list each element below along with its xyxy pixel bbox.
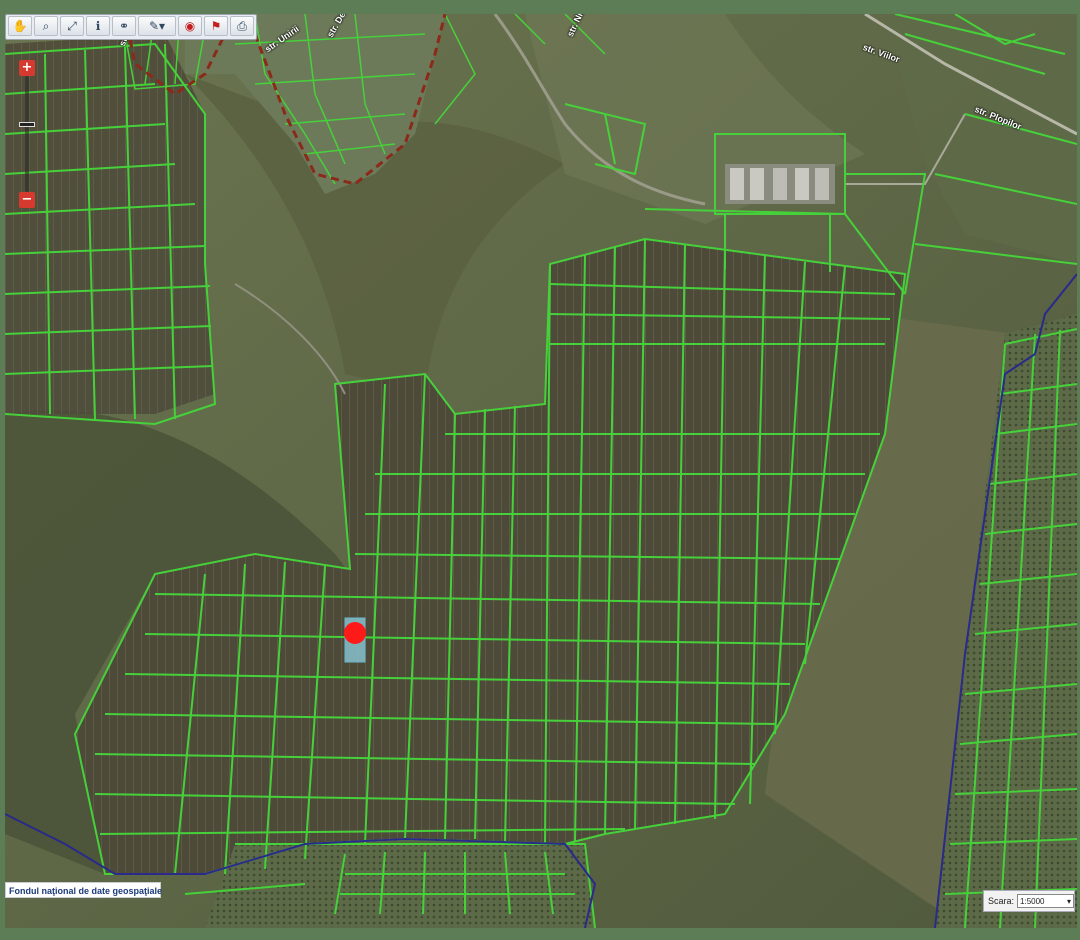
- zoom-handle[interactable]: [19, 122, 35, 127]
- flag-icon: ⚑: [210, 19, 222, 33]
- pan-tool-button[interactable]: ✋: [8, 16, 32, 36]
- scale-control: Scara: 1:5000 ▾: [983, 890, 1075, 912]
- binoculars-icon: ⚭: [118, 19, 130, 33]
- window-frame-top: [0, 0, 1080, 14]
- expand-icon: ⤢: [67, 18, 77, 33]
- window-frame-bottom: [0, 928, 1080, 940]
- target-icon: ◉: [184, 19, 196, 33]
- print-button[interactable]: ⎙: [230, 16, 254, 36]
- scale-value: 1:5000: [1020, 896, 1045, 906]
- measure-dropdown-button[interactable]: ✎▾: [138, 16, 176, 36]
- magnifier-icon: ⌕: [42, 18, 50, 33]
- identify-tool-button[interactable]: ⌕: [34, 16, 58, 36]
- satellite-imagery: [5, 14, 1077, 928]
- info-button[interactable]: ℹ: [86, 16, 110, 36]
- zoom-slider: + −: [19, 60, 35, 208]
- map-toolbar: ✋ ⌕ ⤢ ℹ ⚭ ✎▾ ◉ ⚑ ⎙: [5, 14, 257, 40]
- scale-select[interactable]: 1:5000 ▾: [1017, 894, 1074, 908]
- zoom-out-button[interactable]: −: [19, 192, 35, 208]
- zoom-in-button[interactable]: +: [19, 60, 35, 76]
- binoculars-button[interactable]: ⚭: [112, 16, 136, 36]
- scale-label: Scara:: [988, 896, 1015, 906]
- info-icon: ℹ: [95, 19, 101, 33]
- flag-button[interactable]: ⚑: [204, 16, 228, 36]
- zoom-track[interactable]: [25, 76, 29, 192]
- printer-icon: ⎙: [237, 18, 247, 33]
- map-canvas[interactable]: str. Pacii str. Unirii str. Deal str. Ni…: [5, 14, 1077, 928]
- hand-icon: ✋: [12, 19, 28, 33]
- location-marker: [344, 622, 366, 644]
- ruler-icon: ✎▾: [148, 19, 166, 33]
- target-button[interactable]: ◉: [178, 16, 202, 36]
- attribution-label: Fondul naţional de date geospaţiale: [5, 882, 162, 898]
- chevron-down-icon: ▾: [1066, 896, 1071, 906]
- full-extent-button[interactable]: ⤢: [60, 16, 84, 36]
